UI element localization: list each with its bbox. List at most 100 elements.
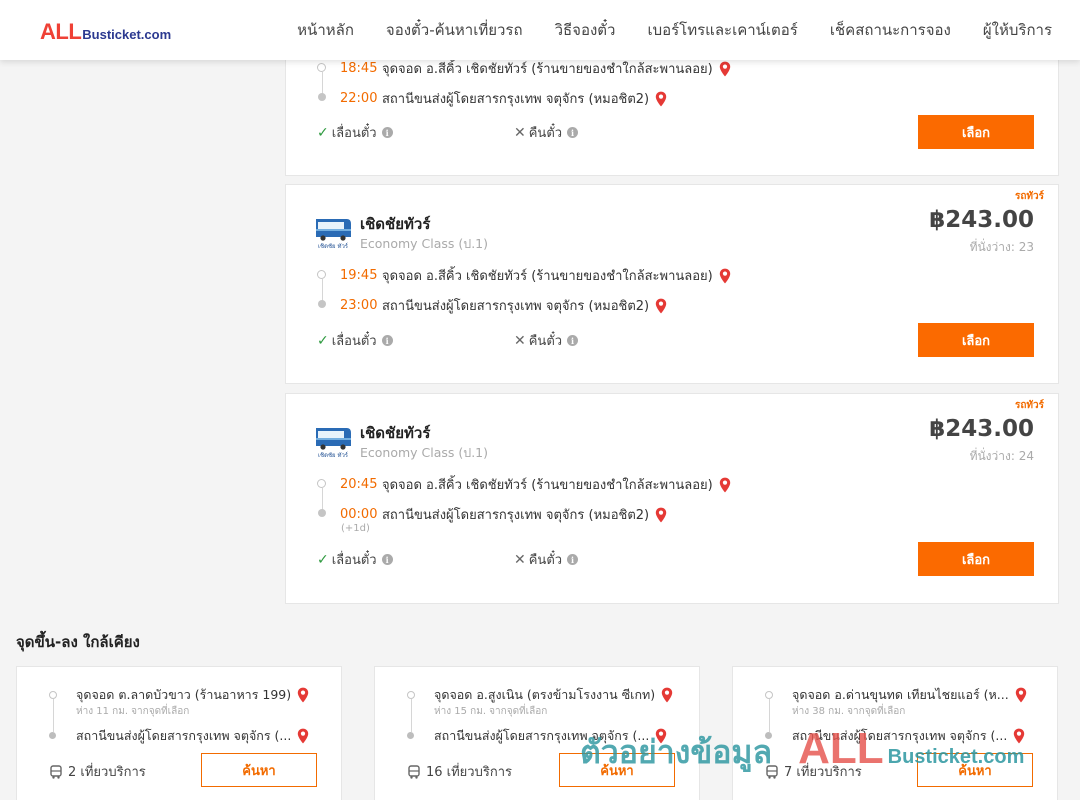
nearby-stop-card[interactable]: จุดจอด อ.ด่านขุนทด เทียนไชยแอร์ (ห... ห่… <box>732 666 1058 800</box>
site-logo[interactable]: ALL Busticket.com <box>40 19 171 45</box>
bus-icon <box>408 764 420 779</box>
arrival-row: 23:00 สถานีขนส่งผู้โดยสารกรุงเทพ จตุจักร… <box>340 295 667 316</box>
select-trip-button[interactable]: เลือก <box>918 323 1034 357</box>
operator-logo-text: เชิดชัย ทัวร์ <box>318 242 349 250</box>
nearby-trip-count-text: 7 เที่ยวบริการ <box>784 765 862 780</box>
refund-ticket-label: คืนตั๋ว <box>528 553 563 568</box>
destination-dot <box>407 732 414 739</box>
refund-ticket-feature: ✕ คืนตั๋ว i <box>514 122 579 143</box>
check-icon: ✓ <box>317 124 329 141</box>
map-pin-icon[interactable] <box>655 728 667 744</box>
logo-all-text: ALL <box>40 19 82 44</box>
change-ticket-feature: ✓ เลื่อนตั๋ว i <box>317 122 393 143</box>
nearby-destination: สถานีขนส่งผู้โดยสารกรุงเทพ จตุจักร (... <box>76 726 309 746</box>
destination-dot <box>49 732 56 739</box>
select-trip-button[interactable]: เลือก <box>918 542 1034 576</box>
map-pin-icon[interactable] <box>1013 728 1025 744</box>
map-pin-icon[interactable] <box>297 728 309 744</box>
trip-card: 18:45 จุดจอด อ.สีคิ้ว เชิดชัยทัวร์ (ร้าน… <box>285 40 1059 176</box>
departure-place: จุดจอด อ.สีคิ้ว เชิดชัยทัวร์ (ร้านขายของ… <box>382 269 713 284</box>
map-pin-icon[interactable] <box>655 91 667 107</box>
departure-place: จุดจอด อ.สีคิ้ว เชิดชัยทัวร์ (ร้านขายของ… <box>382 478 713 493</box>
top-navbar: ALL Busticket.com หน้าหลัก จองตั๋ว-ค้นหา… <box>0 0 1080 60</box>
arrival-row: 00:00 สถานีขนส่งผู้โดยสารกรุงเทพ จตุจักร… <box>340 504 667 525</box>
cross-icon: ✕ <box>514 332 526 349</box>
map-pin-icon[interactable] <box>297 687 309 703</box>
map-pin-icon[interactable] <box>1015 687 1027 703</box>
nearby-distance: ห่าง 15 กม. จากจุดที่เลือก <box>434 706 548 717</box>
nearby-destination-name: สถานีขนส่งผู้โดยสารกรุงเทพ จตุจักร (... <box>76 728 292 743</box>
refund-ticket-feature: ✕ คืนตั๋ว i <box>514 330 579 351</box>
info-icon[interactable]: i <box>381 335 393 346</box>
nearby-destination-name: สถานีขนส่งผู้โดยสารกรุงเทพ จตุจักร (... <box>792 728 1008 743</box>
nearby-origin-name: จุดจอด อ.สูงเนิน (ตรงข้ามโรงงาน ซีเกท) <box>434 687 656 702</box>
nearby-trip-count: 16 เที่ยวบริการ <box>407 761 512 782</box>
bus-operator-logo: เชิดชัย ทัวร์ <box>316 219 351 250</box>
ticket-price: ฿243.00 <box>929 416 1034 442</box>
departure-time: 20:45 <box>340 477 378 492</box>
nav-phone-counters[interactable]: เบอร์โทรและเคาน์เตอร์ <box>631 18 813 42</box>
change-ticket-label: เลื่อนตั๋ว <box>331 334 377 349</box>
info-icon[interactable]: i <box>567 127 579 138</box>
route-line <box>321 72 323 94</box>
info-icon[interactable]: i <box>567 554 579 565</box>
nav-how-to-book[interactable]: วิธีจองตั๋ว <box>539 18 632 42</box>
arrival-dot <box>318 93 326 101</box>
nearby-destination-name: สถานีขนส่งผู้โดยสารกรุงเทพ จตุจักร (... <box>434 728 650 743</box>
map-pin-icon[interactable] <box>655 507 667 523</box>
departure-dot <box>317 479 326 488</box>
nearby-distance: ห่าง 38 กม. จากจุดที่เลือก <box>792 706 906 717</box>
map-pin-icon[interactable] <box>719 477 731 493</box>
change-ticket-label: เลื่อนตั๋ว <box>331 126 377 141</box>
origin-dot <box>49 691 57 699</box>
origin-dot <box>765 691 773 699</box>
departure-row: 18:45 จุดจอด อ.สีคิ้ว เชิดชัยทัวร์ (ร้าน… <box>340 58 731 79</box>
route-line <box>321 488 323 510</box>
refund-ticket-feature: ✕ คืนตั๋ว i <box>514 549 579 570</box>
operator-name: เชิดชัยทัวร์ <box>360 215 431 233</box>
ticket-price: ฿243.00 <box>929 207 1034 233</box>
nearby-stops-heading: จุดขึ้น-ลง ใกล้เคียง <box>16 633 140 651</box>
nearby-distance: ห่าง 11 กม. จากจุดที่เลือก <box>76 706 190 717</box>
departure-place: จุดจอด อ.สีคิ้ว เชิดชัยทัวร์ (ร้านขายของ… <box>382 62 713 77</box>
nav-operators[interactable]: ผู้ให้บริการ <box>967 18 1080 42</box>
search-nearby-button[interactable]: ค้นหา <box>559 753 675 787</box>
seats-available: ที่นั่งว่าง: 23 <box>969 240 1034 254</box>
change-ticket-feature: ✓ เลื่อนตั๋ว i <box>317 549 393 570</box>
seats-available: ที่นั่งว่าง: 24 <box>969 449 1034 463</box>
departure-dot <box>317 270 326 279</box>
route-line <box>769 699 770 732</box>
nearby-origin: จุดจอด ต.ลาดบัวขาว (ร้านอาหาร 199) <box>76 685 309 705</box>
nearby-stop-card[interactable]: จุดจอด อ.สูงเนิน (ตรงข้ามโรงงาน ซีเกท) ห… <box>374 666 700 800</box>
nearby-destination: สถานีขนส่งผู้โดยสารกรุงเทพ จตุจักร (... <box>434 726 667 746</box>
arrival-place: สถานีขนส่งผู้โดยสารกรุงเทพ จตุจักร (หมอช… <box>382 92 650 107</box>
nav-book-search[interactable]: จองตั๋ว-ค้นหาเที่ยวรถ <box>370 18 539 42</box>
info-icon[interactable]: i <box>381 127 393 138</box>
nav-check-status[interactable]: เช็คสถานะการจอง <box>814 18 967 42</box>
info-icon[interactable]: i <box>567 335 579 346</box>
vehicle-type-tag: รถทัวร์ <box>1014 400 1044 411</box>
nearby-origin: จุดจอด อ.ด่านขุนทด เทียนไชยแอร์ (ห... <box>792 685 1027 705</box>
info-icon[interactable]: i <box>381 554 393 565</box>
map-pin-icon[interactable] <box>719 61 731 77</box>
refund-ticket-label: คืนตั๋ว <box>528 126 563 141</box>
map-pin-icon[interactable] <box>719 268 731 284</box>
vehicle-type-tag: รถทัวร์ <box>1014 191 1044 202</box>
logo-busticket-text: Busticket.com <box>82 27 172 42</box>
nearby-origin-name: จุดจอด ต.ลาดบัวขาว (ร้านอาหาร 199) <box>76 687 292 702</box>
select-trip-button[interactable]: เลือก <box>918 115 1034 149</box>
change-ticket-label: เลื่อนตั๋ว <box>331 553 377 568</box>
map-pin-icon[interactable] <box>661 687 673 703</box>
nav-home[interactable]: หน้าหลัก <box>281 18 370 42</box>
refund-ticket-label: คืนตั๋ว <box>528 334 563 349</box>
arrival-time: 22:00 <box>340 91 378 106</box>
search-nearby-button[interactable]: ค้นหา <box>917 753 1033 787</box>
map-pin-icon[interactable] <box>655 298 667 314</box>
search-nearby-button[interactable]: ค้นหา <box>201 753 317 787</box>
origin-dot <box>407 691 415 699</box>
nearby-stop-card[interactable]: จุดจอด ต.ลาดบัวขาว (ร้านอาหาร 199) ห่าง … <box>16 666 342 800</box>
arrival-place: สถานีขนส่งผู้โดยสารกรุงเทพ จตุจักร (หมอช… <box>382 508 650 523</box>
check-icon: ✓ <box>317 332 329 349</box>
nearby-trip-count-text: 2 เที่ยวบริการ <box>68 765 146 780</box>
cross-icon: ✕ <box>514 551 526 568</box>
